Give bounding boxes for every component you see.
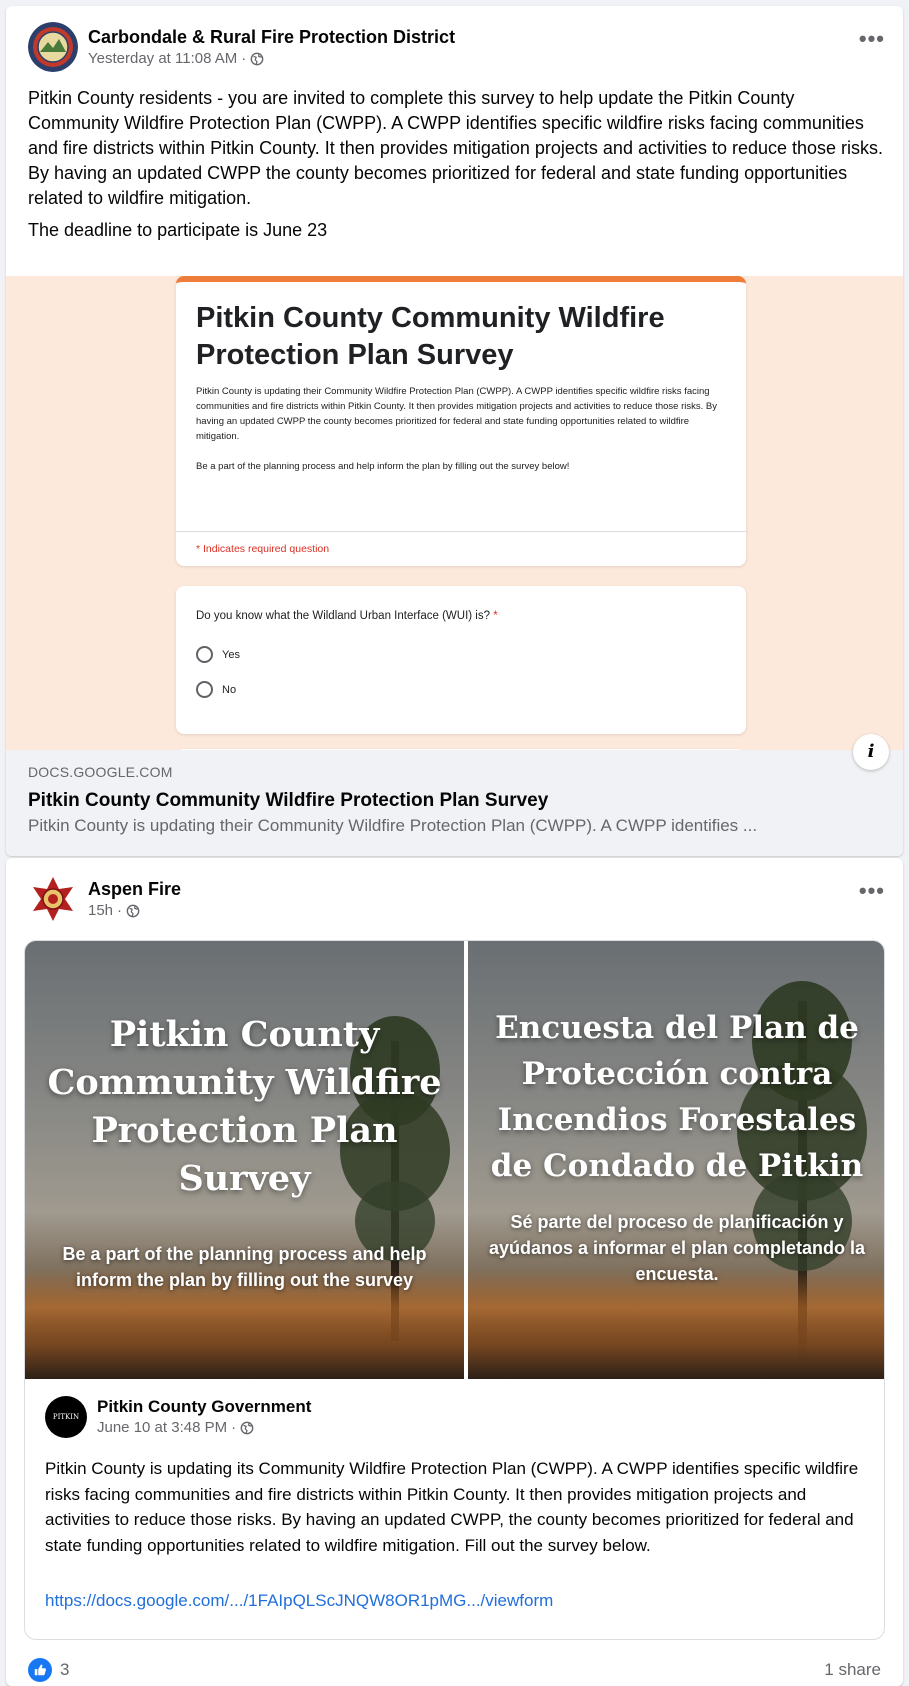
- image-subtitle: Sé parte del proceso de planificación y …: [488, 1212, 866, 1284]
- form-description-text: Pitkin County is updating their Communit…: [196, 386, 717, 442]
- fire-district-logo-icon: [28, 22, 78, 72]
- link-description: Pitkin County is updating their Communit…: [28, 816, 758, 835]
- more-options-button[interactable]: •••: [859, 28, 885, 50]
- post-body: Pitkin County residents - you are invite…: [28, 88, 884, 208]
- shared-page-name[interactable]: Pitkin County Government: [97, 1396, 311, 1418]
- image-title: Encuesta del Plan de Protección contra I…: [490, 1010, 864, 1184]
- link-title[interactable]: Pitkin County Community Wildfire Protect…: [28, 789, 881, 813]
- shared-page-avatar[interactable]: PITKIN COUNTY: [45, 1396, 87, 1438]
- more-options-button[interactable]: •••: [859, 880, 885, 902]
- survey-link[interactable]: https://docs.google.com/.../1FAIpQLScJNQ…: [45, 1591, 553, 1611]
- form-description: Pitkin County is updating their Communit…: [196, 384, 721, 474]
- post-timestamp[interactable]: 15h: [88, 901, 113, 921]
- info-icon[interactable]: i: [853, 734, 889, 770]
- post-header: Aspen Fire 15h ·: [28, 874, 181, 924]
- like-icon: [28, 1658, 52, 1682]
- shared-post[interactable]: Pitkin County Community Wildfire Protect…: [24, 940, 885, 1640]
- post-meta: 15h ·: [88, 901, 181, 921]
- meta-separator: ·: [117, 902, 123, 919]
- form-question-card: Do you know what the Wildland Urban Inte…: [176, 586, 746, 734]
- page-avatar[interactable]: [28, 874, 78, 924]
- avatar-logo-text: PITKIN COUNTY: [52, 1413, 80, 1421]
- post-aspen-fire: Aspen Fire 15h · ••• Pitkin County Commu…: [6, 858, 903, 1686]
- link-preview-details[interactable]: DOCS.GOOGLE.COM Pitkin County Community …: [6, 750, 903, 856]
- question-label: Do you know what the Wildland Urban Inte…: [196, 610, 491, 622]
- shared-post-timestamp[interactable]: June 10 at 3:48 PM: [97, 1418, 227, 1438]
- question-text: Do you know what the Wildland Urban Inte…: [196, 610, 498, 622]
- form-title: Pitkin County Community Wildfire Protect…: [196, 302, 665, 371]
- survey-image-english[interactable]: Pitkin County Community Wildfire Protect…: [25, 941, 464, 1379]
- page-avatar[interactable]: [28, 22, 78, 72]
- post-header: Carbondale & Rural Fire Protection Distr…: [28, 22, 455, 72]
- shared-post-meta: June 10 at 3:48 PM ·: [97, 1418, 311, 1438]
- post-timestamp[interactable]: Yesterday at 11:08 AM: [88, 49, 237, 69]
- option-yes: Yes: [196, 646, 240, 663]
- reactions[interactable]: 3: [28, 1658, 69, 1682]
- survey-image-spanish[interactable]: Encuesta del Plan de Protección contra I…: [468, 941, 884, 1379]
- meta-separator: ·: [231, 1419, 237, 1436]
- link-domain: DOCS.GOOGLE.COM: [28, 764, 173, 780]
- link-preview-image[interactable]: Pitkin County Community Wildfire Protect…: [6, 276, 903, 750]
- radio-icon: [196, 646, 213, 663]
- globe-icon: [240, 1421, 254, 1435]
- post-meta: Yesterday at 11:08 AM ·: [88, 49, 455, 69]
- required-star: *: [493, 610, 498, 622]
- required-note: * Indicates required question: [176, 531, 746, 566]
- globe-icon: [126, 904, 140, 918]
- post-carbondale-fire: Carbondale & Rural Fire Protection Distr…: [6, 6, 903, 856]
- globe-icon: [250, 52, 264, 66]
- reaction-count: 3: [60, 1660, 70, 1679]
- option-label: No: [222, 683, 237, 696]
- post-footer: 3 1 share: [28, 1658, 881, 1682]
- meta-separator: ·: [241, 50, 247, 67]
- image-title: Pitkin County Community Wildfire Protect…: [47, 1014, 442, 1199]
- option-label: Yes: [222, 648, 240, 661]
- page-name[interactable]: Aspen Fire: [88, 877, 181, 901]
- form-header-card: Pitkin County Community Wildfire Protect…: [176, 276, 746, 566]
- option-no: No: [196, 681, 236, 698]
- post-deadline: The deadline to participate is June 23: [28, 220, 328, 240]
- share-count[interactable]: 1 share: [824, 1660, 881, 1680]
- page-name[interactable]: Carbondale & Rural Fire Protection Distr…: [88, 25, 455, 49]
- form-cta-text: Be a part of the planning process and he…: [196, 461, 570, 472]
- shared-post-header: PITKIN COUNTY Pitkin County Government J…: [45, 1396, 311, 1438]
- aspen-fire-logo-icon: [28, 874, 78, 924]
- image-subtitle: Be a part of the planning process and he…: [62, 1244, 427, 1290]
- shared-post-body: Pitkin County is updating its Community …: [45, 1459, 859, 1555]
- radio-icon: [196, 681, 213, 698]
